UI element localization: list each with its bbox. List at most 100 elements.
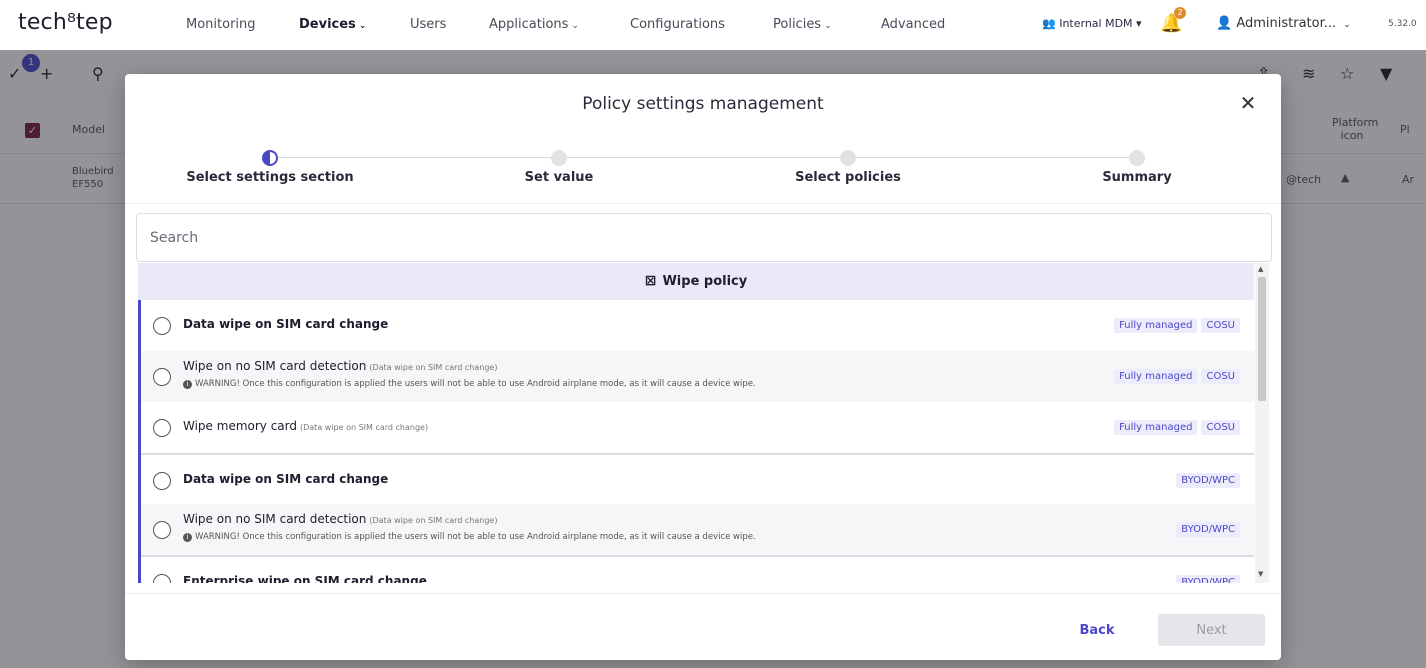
setting-tags: BYOD/WPC [1176, 574, 1240, 583]
scroll-down-icon[interactable]: ▼ [1258, 570, 1263, 578]
setting-title: Enterprise wipe on SIM card change [183, 574, 427, 583]
setting-tags: Fully managed COSU [1114, 419, 1240, 435]
nav-item-label: Monitoring [186, 17, 256, 32]
setting-row[interactable]: Data wipe on SIM card change Fully manage… [141, 300, 1254, 351]
setting-row[interactable]: Data wipe on SIM card change BYOD/WPC [141, 453, 1254, 504]
step-indicator-4 [1129, 150, 1145, 166]
chevron-down-icon: ⌄ [571, 21, 579, 31]
top-nav: tech⁸tep Monitoring Devices ⌄ Users Applicat… [0, 0, 1426, 50]
setting-title-text: Data wipe on SIM card change [183, 317, 389, 331]
setting-row[interactable]: Wipe on no SIM card detection (Data wipe … [141, 504, 1254, 555]
nav-item-label: Devices [299, 17, 356, 32]
setting-title-text: Data wipe on SIM card change [183, 472, 389, 486]
setting-radio[interactable] [153, 418, 171, 437]
settings-group: Data wipe on SIM card change Fully manage… [138, 300, 1254, 453]
stepper-line [270, 157, 1140, 158]
mode-tag: Fully managed [1114, 368, 1198, 384]
setting-parent-label: (Data wipe on SIM card change) [369, 516, 498, 525]
setting-row[interactable]: Enterprise wipe on SIM card change BYOD/W… [141, 555, 1254, 583]
setting-title-text: Wipe on no SIM card detection [183, 359, 367, 373]
mode-tag: BYOD/WPC [1176, 472, 1240, 488]
notification-badge: 2 [1174, 7, 1186, 19]
techstep-logo[interactable]: tech⁸tep [18, 10, 113, 35]
warning-text: WARNING! Once this configuration is appl… [195, 532, 756, 542]
setting-radio[interactable] [153, 520, 171, 539]
modal-footer: Back Next [125, 593, 1281, 660]
nav-item-policies[interactable]: Policies ⌄ [773, 17, 832, 32]
chevron-down-icon: ⌄ [824, 21, 832, 31]
setting-parent-label: (Data wipe on SIM card change) [369, 363, 498, 372]
setting-parent-label: (Data wipe on SIM card change) [300, 423, 429, 432]
setting-warning: i WARNING! Once this configuration is app… [183, 532, 756, 542]
nav-item-advanced[interactable]: Advanced [881, 17, 945, 32]
setting-title-text: Wipe on no SIM card detection [183, 512, 367, 526]
setting-radio[interactable] [153, 471, 171, 490]
section-header: ⊠ Wipe policy [138, 263, 1254, 300]
list-scrollbar[interactable]: ▲ ▼ [1255, 263, 1269, 583]
setting-radio[interactable] [153, 367, 171, 386]
step-label-4: Summary [1102, 170, 1172, 185]
setting-row[interactable]: Wipe memory card (Data wipe on SIM card c… [141, 402, 1254, 453]
admin-menu[interactable]: 👤 Administrator... ⌄ [1216, 16, 1351, 31]
mode-tag: COSU [1201, 419, 1240, 435]
settings-list: ⊠ Wipe policy Data wipe on SIM card chang… [138, 263, 1254, 583]
chevron-down-icon: ⌄ [358, 21, 367, 31]
nav-item-label: Users [410, 17, 447, 32]
setting-radio[interactable] [153, 316, 171, 335]
users-icon: 👥 [1042, 17, 1056, 30]
admin-label: Administrator... [1236, 16, 1337, 31]
version-label: 5.32.0 [1388, 19, 1417, 29]
settings-group: Data wipe on SIM card change BYOD/WPC Wipe… [138, 453, 1254, 555]
step-label-2: Set value [524, 170, 594, 185]
mdm-selector[interactable]: 👥 Internal MDM ▾ [1042, 17, 1142, 30]
search-input[interactable] [136, 213, 1272, 262]
mdm-label: Internal MDM [1059, 17, 1133, 30]
nav-item-users[interactable]: Users [410, 17, 446, 32]
nav-item-configurations[interactable]: Configurations [630, 17, 725, 32]
step-indicator-3 [840, 150, 856, 166]
setting-tags: Fully managed COSU [1114, 368, 1240, 384]
step-label-3: Select policies [795, 170, 901, 185]
info-icon: i [183, 533, 192, 542]
nav-item-label: Policies [773, 17, 822, 32]
scroll-thumb[interactable] [1258, 277, 1266, 401]
nav-item-label: Configurations [630, 17, 725, 32]
next-button[interactable]: Next [1158, 614, 1265, 646]
nav-item-devices[interactable]: Devices ⌄ [299, 17, 366, 32]
step-label-1: Select settings section [186, 170, 354, 185]
setting-warning: i WARNING! Once this configuration is app… [183, 379, 756, 389]
wipe-device-icon: ⊠ [644, 273, 657, 289]
setting-title: Data wipe on SIM card change [183, 472, 388, 486]
mode-tag: COSU [1201, 368, 1240, 384]
mode-tag: COSU [1201, 317, 1240, 333]
step-indicator-2 [551, 150, 567, 166]
stepper: Select settings section Set value Select p… [125, 148, 1281, 204]
setting-title-text: Enterprise wipe on SIM card change [183, 574, 427, 583]
nav-item-label: Applications [489, 17, 569, 32]
setting-radio[interactable] [153, 573, 171, 583]
setting-tags: BYOD/WPC [1176, 521, 1240, 537]
setting-title: Wipe memory card (Data wipe on SIM card c… [183, 419, 428, 433]
setting-title: Data wipe on SIM card change [183, 317, 388, 331]
close-icon[interactable]: ✕ [1237, 92, 1259, 114]
chevron-down-icon: ⌄ [1343, 20, 1351, 30]
nav-item-label: Advanced [881, 17, 946, 32]
settings-group: Enterprise wipe on SIM card change BYOD/W… [138, 555, 1254, 583]
setting-title-text: Wipe memory card [183, 419, 297, 433]
mode-tag: Fully managed [1114, 419, 1198, 435]
setting-row[interactable]: Wipe on no SIM card detection (Data wipe … [141, 351, 1254, 402]
nav-item-monitoring[interactable]: Monitoring [186, 17, 256, 32]
scroll-up-icon[interactable]: ▲ [1258, 265, 1263, 273]
step-indicator-1 [262, 150, 278, 166]
setting-title: Wipe on no SIM card detection (Data wipe … [183, 359, 497, 373]
policy-settings-modal: Policy settings management ✕ Select sett… [125, 74, 1281, 660]
back-button[interactable]: Back [1065, 614, 1129, 646]
mode-tag: BYOD/WPC [1176, 574, 1240, 583]
section-title: Wipe policy [662, 274, 748, 289]
nav-item-applications[interactable]: Applications ⌄ [489, 17, 579, 32]
setting-tags: BYOD/WPC [1176, 472, 1240, 488]
user-icon: 👤 [1216, 16, 1233, 31]
modal-title: Policy settings management [582, 94, 824, 114]
warning-text: WARNING! Once this configuration is appl… [195, 379, 756, 389]
mode-tag: Fully managed [1114, 317, 1198, 333]
